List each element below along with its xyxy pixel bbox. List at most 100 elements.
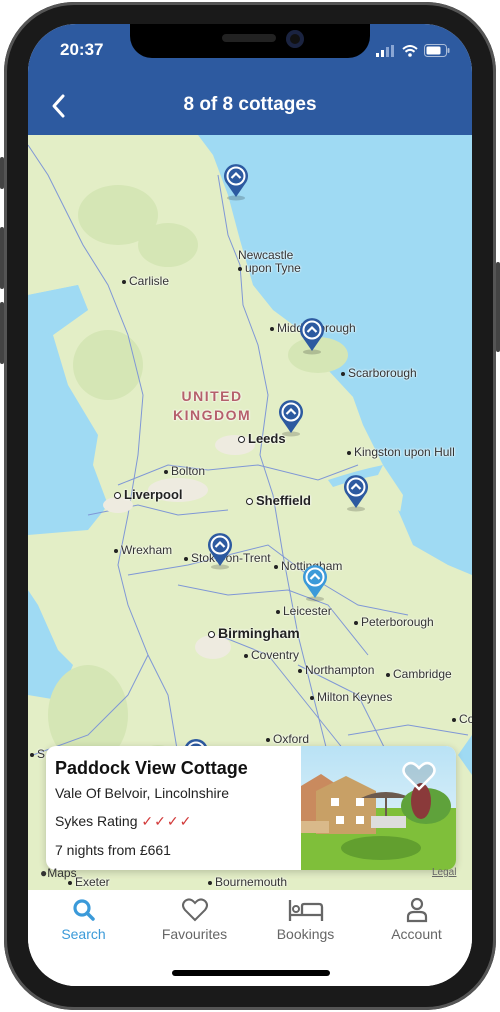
place-name: Coventry (251, 648, 300, 662)
place-dot (266, 737, 270, 742)
place-dot (270, 326, 274, 331)
house-pin-icon (303, 565, 327, 602)
cottage-pin-selected[interactable] (302, 565, 328, 602)
cottage-pin[interactable] (223, 164, 249, 201)
person-icon (406, 897, 427, 923)
signal-icon (376, 44, 394, 57)
place-dot (238, 266, 242, 271)
place-label: Coventry (244, 648, 299, 662)
place-dot (208, 880, 212, 885)
place-label: Kingston upon Hull (347, 445, 455, 459)
place-name: Bolton (171, 464, 206, 478)
place-dot (244, 653, 248, 658)
place-dot (274, 564, 278, 569)
place-label: Oxford (266, 732, 309, 746)
place-label: Milton Keynes (310, 690, 392, 704)
page-title: 8 of 8 cottages (183, 94, 317, 115)
place-name: Peterborough (361, 615, 434, 629)
place-dot (310, 695, 314, 700)
cottage-pin[interactable] (299, 318, 325, 355)
speaker-grille (222, 34, 276, 42)
place-label: Cambridge (386, 667, 452, 681)
legal-link[interactable]: Legal (432, 867, 456, 878)
cottage-pin[interactable] (207, 533, 233, 570)
cottage-location: Vale Of Belvoir, Lincolnshire (55, 785, 230, 801)
nav-header: 20:37 8 of 8 cottages (28, 24, 472, 135)
mute-switch (0, 157, 4, 189)
place-label: Birmingham (208, 625, 300, 641)
place-label: Bolton (164, 464, 205, 478)
cottage-card-text: Paddock View Cottage Vale Of Belvoir, Li… (55, 758, 248, 858)
maps-logo-text: Maps (47, 866, 77, 880)
status-time: 20:37 (60, 40, 104, 59)
app-screen: 20:37 8 of 8 cottages UNITED KINGDOM New… (28, 24, 472, 986)
place-label: Leicester (276, 604, 332, 618)
place-dot (68, 880, 72, 885)
place-dot (354, 620, 358, 625)
country-label-line2: KINGDOM (173, 407, 252, 423)
device-notch (130, 24, 370, 58)
cottage-pin[interactable] (278, 400, 304, 437)
place-name: Wrexham (121, 543, 173, 557)
place-name: Cambridge (393, 667, 452, 681)
place-name: Kingston upon Hull (354, 445, 455, 459)
place-dot (347, 450, 351, 455)
place-name: Northampton (305, 663, 375, 677)
place-dot (30, 752, 34, 757)
place-name: Leicester (283, 604, 332, 618)
tab-account[interactable]: Account (361, 890, 472, 986)
power-button (496, 262, 500, 352)
apple-maps-logo: ●Maps (40, 866, 77, 880)
place-name: Oxford (273, 732, 310, 746)
house-pin-icon (224, 164, 248, 201)
wifi-icon (402, 44, 418, 57)
place-label: S (30, 747, 45, 761)
front-camera (286, 30, 304, 48)
volume-up-button (0, 227, 4, 289)
tab-label: Search (61, 926, 106, 942)
country-label-line1: UNITED (181, 388, 243, 404)
home-indicator (172, 970, 330, 976)
tab-search[interactable]: Search (28, 890, 139, 986)
house-pin-icon (344, 475, 368, 512)
place-name: Birmingham (218, 625, 300, 641)
place-dot (164, 469, 168, 474)
place-name: Milton Keynes (317, 690, 393, 704)
cottage-card[interactable]: Paddock View Cottage Vale Of Belvoir, Li… (46, 746, 456, 870)
rating-checks-icon: ✓✓✓✓ (141, 813, 193, 829)
place-dot (298, 668, 302, 673)
place-name: Scarborough (348, 366, 417, 380)
status-icons (376, 44, 450, 57)
place-name: Sheffield (256, 493, 311, 508)
place-label: Peterborough (354, 615, 434, 629)
tab-label: Favourites (161, 926, 228, 942)
favourite-heart-icon[interactable] (402, 760, 436, 792)
search-icon (72, 899, 95, 921)
heart-icon (181, 898, 208, 922)
place-name: Bournemouth (215, 875, 288, 889)
place-dot (184, 556, 188, 561)
cottage-price: 7 nights from £661 (55, 842, 171, 858)
rating-label: Sykes Rating (55, 813, 138, 829)
house-pin-icon (208, 533, 232, 570)
place-label: Scarborough (341, 366, 417, 380)
place-ring (114, 492, 121, 500)
battery-icon (424, 44, 450, 57)
house-pin-icon (279, 400, 303, 437)
place-dot (386, 672, 390, 677)
country-label: UNITED KINGDOM (173, 387, 251, 425)
cottage-pin[interactable] (343, 475, 369, 512)
place-dot (114, 548, 118, 553)
tab-label: Account (391, 926, 442, 942)
place-dot (341, 371, 345, 376)
cottage-name: Paddock View Cottage (55, 758, 248, 778)
place-label: Wrexham (114, 543, 172, 557)
place-dot (276, 609, 280, 614)
place-ring (208, 630, 215, 638)
place-label: Bournemouth (208, 875, 287, 889)
place-name: Newcastle (238, 248, 294, 262)
house-pin-icon (300, 318, 324, 355)
place-label: Carlisle (122, 274, 169, 288)
place-label: Sheffield (246, 493, 311, 508)
volume-down-button (0, 302, 4, 364)
